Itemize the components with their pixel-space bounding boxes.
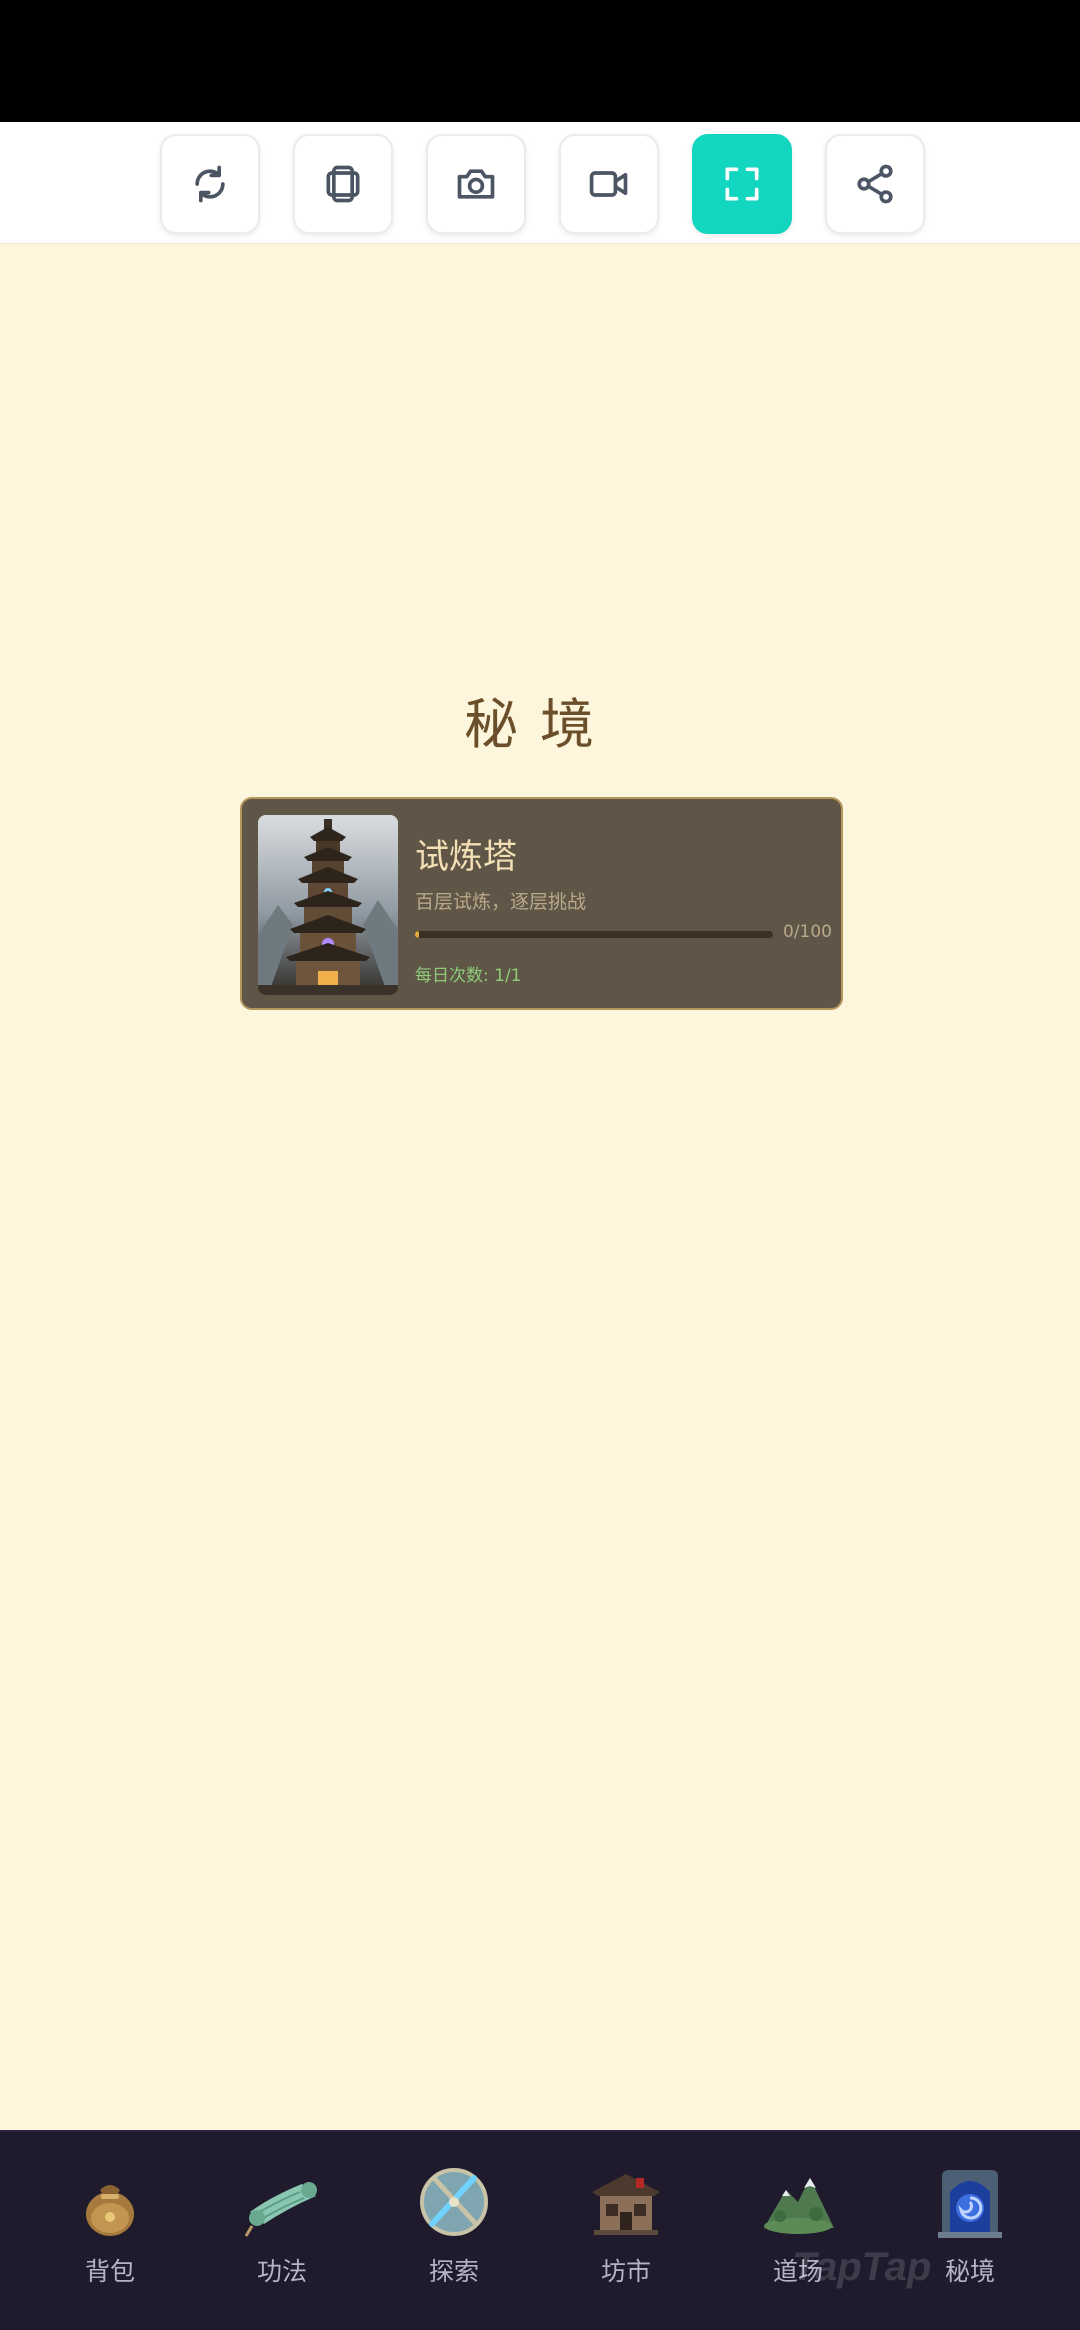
camera-icon <box>457 169 495 199</box>
nav-label-explore: 探索 <box>428 2257 479 2286</box>
nav-item-explore[interactable]: 探索 <box>389 2162 519 2302</box>
nav-item-bag[interactable]: 背包 <box>45 2162 175 2302</box>
record-video-button[interactable] <box>559 134 659 234</box>
share-button[interactable] <box>825 134 925 234</box>
capture-toolbar <box>0 122 1080 244</box>
bag-icon <box>86 2185 134 2236</box>
trial-tower-title: 试炼塔 <box>415 837 517 877</box>
market-building-icon <box>592 2174 660 2235</box>
status-bar <box>0 0 1080 122</box>
rotate-screen-button[interactable] <box>293 134 393 234</box>
scroll-icon <box>244 2182 317 2237</box>
nav-label-secret-realm: 秘境 <box>944 2257 995 2286</box>
nav-label-market: 坊市 <box>600 2257 651 2286</box>
refresh-button[interactable] <box>160 134 260 234</box>
mountain-icon <box>764 2178 834 2234</box>
fullscreen-icon <box>725 167 759 201</box>
floor-progress-bar <box>415 931 773 938</box>
crossed-swords-icon <box>420 2168 488 2236</box>
floor-progress-fill <box>415 931 419 938</box>
share-icon <box>857 164 893 204</box>
pagoda-tower-image <box>258 815 398 995</box>
portal-icon <box>938 2170 1002 2238</box>
screenshot-button[interactable] <box>426 134 526 234</box>
nav-item-techniques[interactable]: 功法 <box>217 2162 347 2302</box>
rotate-screen-icon <box>326 165 360 203</box>
nav-item-market[interactable]: 坊市 <box>561 2162 691 2302</box>
nav-label-bag: 背包 <box>84 2257 135 2286</box>
refresh-icon <box>195 165 225 203</box>
trial-tower-description: 百层试炼，逐层挑战 <box>415 891 587 913</box>
trial-tower-card[interactable]: 试炼塔 百层试炼，逐层挑战 0/100 每日次数: 1/1 <box>240 797 843 1010</box>
video-icon <box>589 171 628 197</box>
fullscreen-button[interactable] <box>692 134 792 234</box>
nav-label-techniques: 功法 <box>256 2257 307 2286</box>
pagoda-icon <box>258 815 398 995</box>
page-title: 秘境 <box>464 693 616 756</box>
daily-attempts-text: 每日次数: 1/1 <box>415 966 522 986</box>
bottom-navigation: 背包 功法 探索 坊市 道场 秘境 <box>0 2130 1080 2330</box>
floor-progress-text: 0/100 <box>783 922 832 942</box>
taptap-watermark: TapTap <box>792 2245 932 2289</box>
